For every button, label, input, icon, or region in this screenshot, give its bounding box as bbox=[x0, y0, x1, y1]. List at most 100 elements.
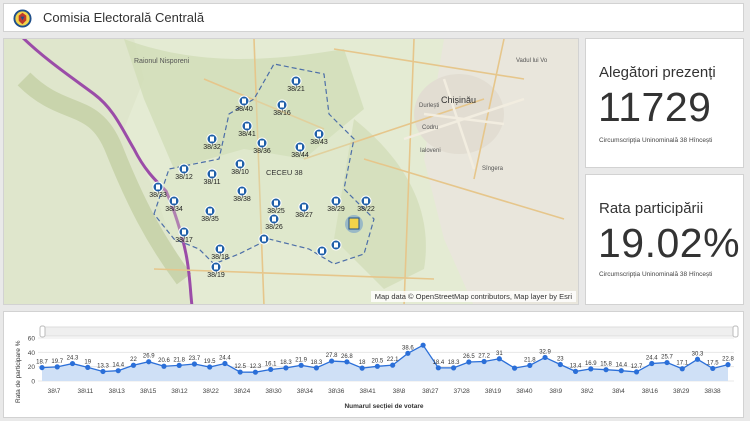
data-point[interactable] bbox=[161, 363, 167, 369]
x-axis-title: Numarul secției de votare bbox=[344, 403, 423, 410]
data-point[interactable] bbox=[496, 356, 502, 362]
data-label: 26.9 bbox=[143, 354, 155, 360]
data-point[interactable] bbox=[54, 364, 60, 370]
data-point[interactable] bbox=[191, 361, 198, 367]
x-tick-label: 38\36 bbox=[328, 388, 345, 395]
data-point[interactable] bbox=[542, 354, 548, 361]
data-point[interactable] bbox=[222, 360, 228, 367]
data-point[interactable] bbox=[694, 356, 701, 362]
data-label: 16.1 bbox=[265, 361, 277, 367]
data-label: 21.8 bbox=[524, 357, 536, 363]
data-point[interactable] bbox=[298, 362, 304, 368]
polling-station-label: 38/41 bbox=[238, 131, 256, 138]
data-point[interactable] bbox=[557, 361, 563, 368]
data-point[interactable] bbox=[511, 365, 518, 371]
data-point[interactable] bbox=[649, 360, 655, 367]
polling-station-label: 38/36 bbox=[253, 148, 271, 155]
data-point[interactable] bbox=[618, 368, 624, 374]
chart-scrollbar[interactable] bbox=[40, 326, 739, 337]
data-label: 16.9 bbox=[585, 361, 597, 367]
map-label-district: CECEU 38 bbox=[266, 168, 303, 177]
x-tick-label: 38\12 bbox=[171, 388, 188, 395]
polling-station-label: 38/40 bbox=[235, 106, 253, 113]
data-point[interactable] bbox=[100, 368, 106, 375]
map-view[interactable]: Raionul Nisporeni Chișinău Durlești Codr… bbox=[3, 38, 579, 305]
x-tick-label: 38\40 bbox=[516, 388, 533, 395]
data-point[interactable] bbox=[252, 369, 259, 375]
data-point[interactable] bbox=[527, 362, 533, 368]
polling-station-label: 38/18 bbox=[211, 254, 229, 261]
data-label: 21.9 bbox=[295, 357, 307, 363]
polling-station-label: 38/33 bbox=[149, 192, 167, 199]
data-label: 20.6 bbox=[158, 358, 170, 364]
polling-station-label: 38/10 bbox=[231, 169, 249, 176]
data-point[interactable] bbox=[359, 365, 365, 371]
data-point[interactable] bbox=[313, 365, 319, 371]
data-point[interactable] bbox=[237, 369, 243, 375]
data-point[interactable] bbox=[329, 358, 335, 364]
map-canvas[interactable]: Raionul Nisporeni Chișinău Durlești Codr… bbox=[4, 39, 579, 305]
data-point[interactable] bbox=[115, 368, 121, 374]
x-tick-label: 38\34 bbox=[297, 388, 314, 395]
data-label: 22.8 bbox=[722, 357, 734, 363]
data-point[interactable] bbox=[405, 350, 411, 356]
data-label: 14.4 bbox=[112, 363, 124, 369]
map-label-vadul-lui-voda: Vadul lui Vo bbox=[516, 58, 548, 64]
x-tick-label: 38\38 bbox=[704, 388, 721, 395]
data-point[interactable] bbox=[633, 369, 640, 375]
data-point[interactable] bbox=[207, 364, 213, 370]
data-point[interactable] bbox=[176, 362, 182, 368]
polling-station-marker[interactable] bbox=[330, 239, 342, 251]
data-point[interactable] bbox=[466, 359, 472, 365]
y-tick-label: 20 bbox=[28, 364, 36, 371]
x-tick-label: 38\24 bbox=[234, 388, 251, 395]
data-point[interactable] bbox=[725, 362, 731, 368]
data-label: 38.6 bbox=[402, 345, 414, 351]
data-point[interactable] bbox=[390, 362, 396, 368]
polling-station-label: 38/32 bbox=[203, 144, 221, 151]
turnout-chart-panel: Rata de participare % Numarul secției de… bbox=[3, 311, 744, 418]
polling-station-marker[interactable] bbox=[258, 233, 270, 245]
data-label: 22 bbox=[130, 357, 137, 363]
data-point[interactable] bbox=[146, 359, 152, 365]
data-point[interactable] bbox=[420, 342, 426, 348]
data-label: 26.8 bbox=[341, 354, 353, 360]
polling-station-marker[interactable] bbox=[316, 245, 328, 257]
data-point[interactable] bbox=[85, 364, 91, 370]
data-point[interactable] bbox=[435, 365, 441, 371]
map-label-codru: Codru bbox=[422, 125, 438, 131]
polling-station-label: 38/44 bbox=[291, 152, 309, 159]
data-label: 12.3 bbox=[250, 364, 262, 370]
data-label: 14.4 bbox=[615, 363, 627, 369]
data-point[interactable] bbox=[69, 360, 76, 367]
data-label: 18.3 bbox=[448, 360, 460, 366]
data-point[interactable] bbox=[603, 367, 609, 373]
x-tick-label: 38\19 bbox=[485, 388, 502, 395]
data-label: 19 bbox=[84, 359, 91, 365]
data-point[interactable] bbox=[39, 364, 45, 371]
data-point[interactable] bbox=[283, 365, 289, 371]
data-point[interactable] bbox=[572, 368, 579, 374]
turnout-rate-label: Rata participării bbox=[599, 200, 704, 217]
data-point[interactable] bbox=[374, 363, 380, 369]
data-label: 26.5 bbox=[463, 354, 475, 360]
data-point[interactable] bbox=[344, 359, 350, 365]
data-point[interactable] bbox=[268, 366, 274, 373]
polling-station-label: 38/34 bbox=[165, 206, 183, 213]
data-point[interactable] bbox=[130, 362, 137, 368]
district-center-marker[interactable] bbox=[345, 215, 363, 233]
data-point[interactable] bbox=[451, 365, 457, 371]
polling-station-label: 38/38 bbox=[233, 196, 251, 203]
data-label: 30.3 bbox=[692, 351, 704, 357]
x-tick-label: 37\28 bbox=[454, 388, 471, 395]
data-point[interactable] bbox=[679, 366, 685, 372]
data-point[interactable] bbox=[710, 365, 716, 372]
scrollbar-left-handle[interactable] bbox=[39, 325, 46, 338]
scrollbar-right-handle[interactable] bbox=[732, 325, 739, 338]
data-point[interactable] bbox=[664, 359, 670, 366]
data-point[interactable] bbox=[588, 366, 594, 372]
data-point[interactable] bbox=[481, 358, 487, 365]
x-tick-label: 38\9 bbox=[549, 388, 562, 395]
x-tick-label: 38\22 bbox=[203, 388, 220, 395]
turnout-line-chart: Rata de participare % Numarul secției de… bbox=[15, 325, 739, 410]
